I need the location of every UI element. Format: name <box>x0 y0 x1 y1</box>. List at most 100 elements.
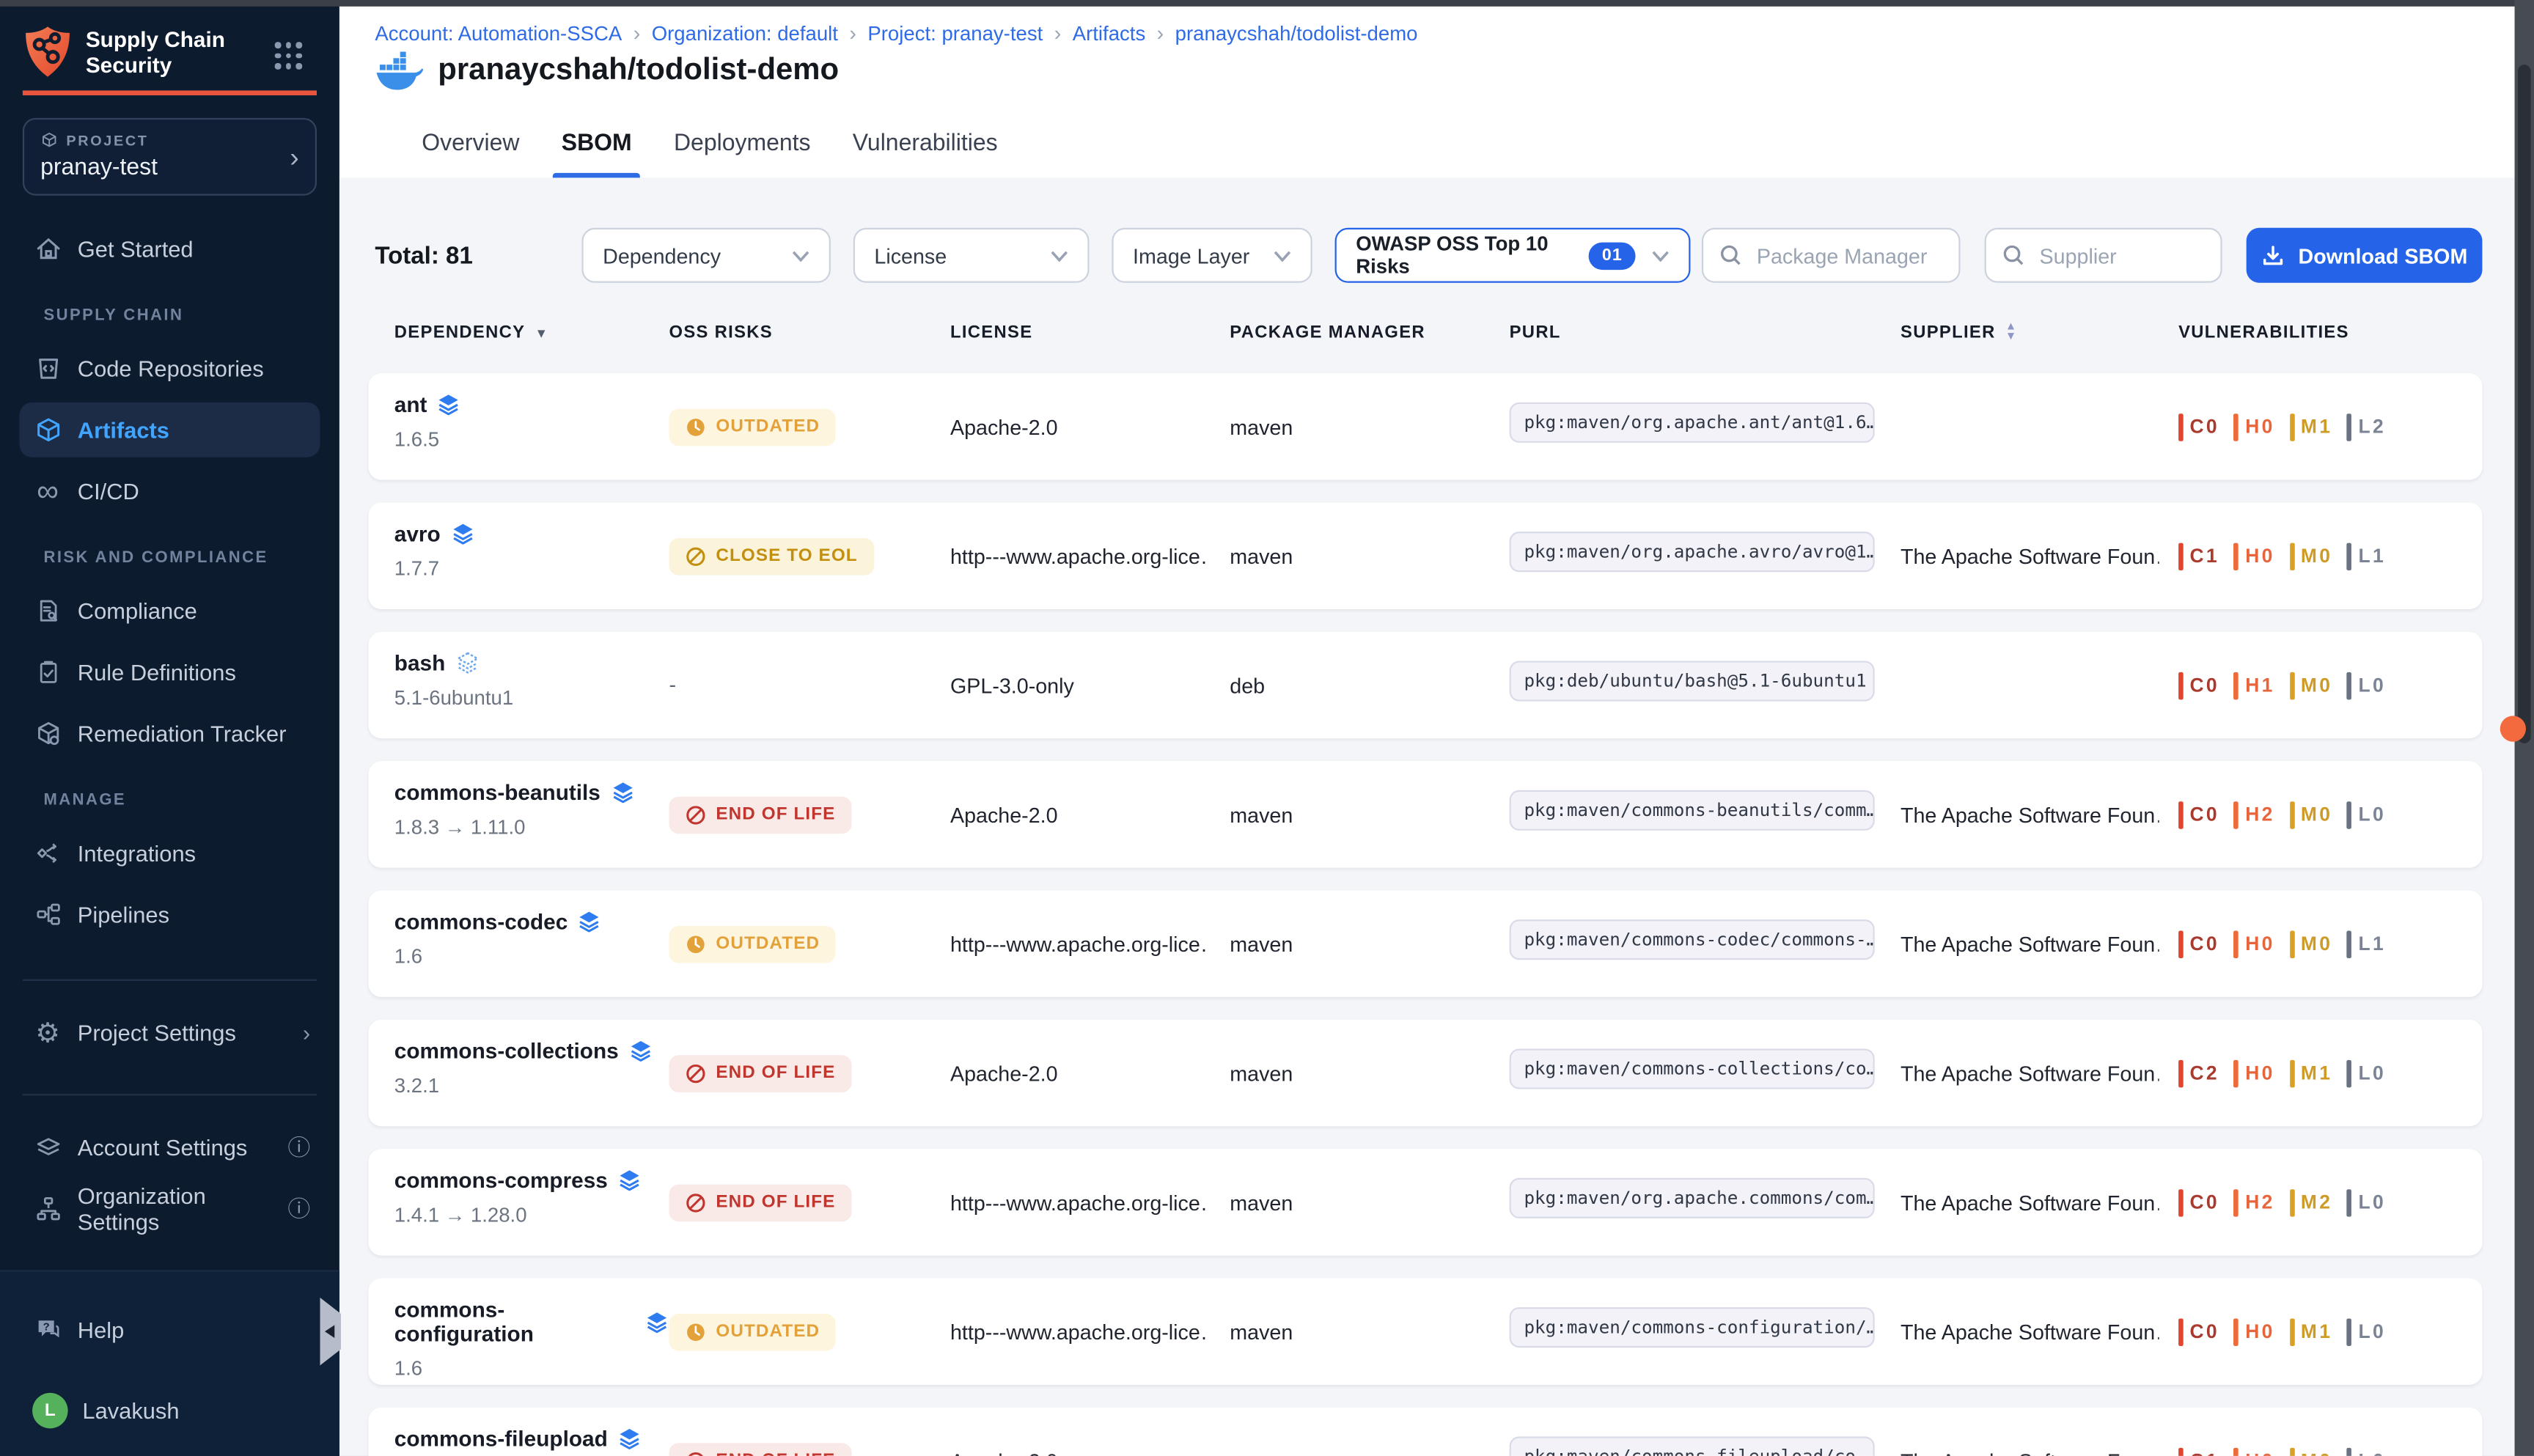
vuln-m-count: M2 <box>2289 1188 2332 1216</box>
purl-value[interactable]: pkg:maven/commons-configuration/… <box>1510 1307 1875 1347</box>
dependency-name[interactable]: bash <box>394 651 445 675</box>
breadcrumb-organization[interactable]: Organization: default <box>652 22 838 45</box>
dependency-name[interactable]: commons-compress <box>394 1169 608 1193</box>
ban-icon <box>686 1192 707 1213</box>
image-layer-filter-dropdown[interactable]: Image Layer <box>1112 228 1312 283</box>
oss-risk-badge: END OF LIFE <box>669 1183 851 1221</box>
table-row[interactable]: commons-configuration1.6OUTDATEDhttp---w… <box>369 1278 2483 1384</box>
column-dependency[interactable]: DEPENDENCY▼ <box>394 323 669 342</box>
purl-value[interactable]: pkg:maven/org.apache.avro/avro@1… <box>1510 532 1875 572</box>
purl-cell: pkg:maven/commons-fileupload/co… <box>1510 1436 1900 1455</box>
info-icon[interactable]: ⓘ <box>287 1131 310 1163</box>
sidebar-item-rule-definitions[interactable]: Rule Definitions <box>0 641 339 703</box>
vulnerability-counts: C0H1M0L0 <box>2178 672 2482 699</box>
purl-value[interactable]: pkg:maven/org.apache.commons/com… <box>1510 1178 1875 1218</box>
project-selector[interactable]: PROJECT pranay-test › <box>23 118 317 196</box>
chevron-right-icon: › <box>303 1020 310 1045</box>
sidebar-item-organization-settings[interactable]: Organization Settings ⓘ <box>0 1178 339 1240</box>
severity-bar <box>2234 1188 2239 1216</box>
tab-deployments[interactable]: Deployments <box>674 114 811 177</box>
tab-sbom[interactable]: SBOM <box>562 114 632 177</box>
chevron-down-icon <box>792 250 809 261</box>
search-icon <box>1719 244 1742 267</box>
vuln-l-count: L0 <box>2347 801 2386 828</box>
dependency-filter-dropdown[interactable]: Dependency <box>581 228 830 283</box>
dependency-name[interactable]: ant <box>394 393 427 417</box>
purl-value[interactable]: pkg:deb/ubuntu/bash@5.1-6ubuntu1 <box>1510 661 1875 701</box>
dependency-name[interactable]: avro <box>394 522 441 546</box>
sidebar-item-compliance[interactable]: Compliance <box>0 580 339 641</box>
purl-value[interactable]: pkg:maven/commons-codec/commons-… <box>1510 919 1875 960</box>
purl-value[interactable]: pkg:maven/commons-fileupload/co… <box>1510 1436 1875 1455</box>
column-supplier[interactable]: SUPPLIER ▲▼ <box>1900 323 2178 342</box>
license-filter-dropdown[interactable]: License <box>853 228 1090 283</box>
dependency-name[interactable]: commons-codec <box>394 910 568 934</box>
breadcrumb-current[interactable]: pranaycshah/todolist-demo <box>1175 22 1418 45</box>
vuln-c-count: C1 <box>2178 542 2219 569</box>
search-icon <box>2002 244 2025 267</box>
table-row[interactable]: commons-collections3.2.1END OF LIFEApach… <box>369 1020 2483 1126</box>
info-icon[interactable]: ⓘ <box>287 1193 310 1225</box>
sidebar-item-account-settings[interactable]: Account Settings ⓘ <box>0 1117 339 1178</box>
sidebar-item-pipelines[interactable]: Pipelines <box>0 884 339 946</box>
purl-value[interactable]: pkg:maven/org.apache.ant/ant@1.6… <box>1510 402 1875 443</box>
tab-vulnerabilities[interactable]: Vulnerabilities <box>853 114 998 177</box>
sidebar-item-help[interactable]: ? Help <box>0 1299 339 1361</box>
dependency-cell: commons-beanutils 1.8.3 → 1.11.0 <box>394 761 669 867</box>
breadcrumb-project[interactable]: Project: pranay-test <box>867 22 1043 45</box>
purl-value[interactable]: pkg:maven/commons-beanutils/comm… <box>1510 790 1875 831</box>
vuln-c-count: C0 <box>2178 801 2219 828</box>
table-row[interactable]: commons-codec1.6OUTDATEDhttp---www.apach… <box>369 890 2483 996</box>
module-grid-icon[interactable] <box>275 42 301 68</box>
sidebar-user[interactable]: L Lavakush <box>0 1380 339 1441</box>
severity-bar <box>2347 801 2352 828</box>
supplier-value: The Apache Software Foun… <box>1900 1061 2159 1085</box>
dependency-name[interactable]: commons-configuration <box>394 1298 635 1346</box>
oss-risk-cell: OUTDATED <box>669 1313 950 1350</box>
table-row[interactable]: commons-beanutils1.8.3 → 1.11.0END OF LI… <box>369 761 2483 867</box>
tab-overview[interactable]: Overview <box>422 114 519 177</box>
dependency-version: 1.6 <box>394 1357 669 1380</box>
sidebar-item-project-settings[interactable]: ⚙ Project Settings › <box>0 1002 339 1064</box>
sidebar-item-get-started[interactable]: Get Started <box>0 218 339 280</box>
purl-cell: pkg:deb/ubuntu/bash@5.1-6ubuntu1 <box>1510 661 1900 709</box>
org-gear-icon <box>32 1194 63 1224</box>
table-row[interactable]: avro1.7.7CLOSE TO EOLhttp---www.apache.o… <box>369 502 2483 608</box>
owasp-risks-filter-dropdown[interactable]: OWASP OSS Top 10 Risks 01 <box>1335 228 1691 283</box>
sidebar-item-artifacts[interactable]: Artifacts <box>0 399 339 460</box>
oss-risk-cell: END OF LIFE <box>669 1442 950 1456</box>
supplier-cell: The Apache Software Foun… <box>1900 1190 2178 1214</box>
dependency-version: 1.4.1 → 1.28.0 <box>394 1204 669 1227</box>
sidebar-item-code-repositories[interactable]: Code Repositories <box>0 338 339 400</box>
pipelines-icon <box>32 900 63 930</box>
license-value: Apache-2.0 <box>950 414 1209 438</box>
oss-risk-cell: OUTDATED <box>669 408 950 446</box>
oss-risk-badge: END OF LIFE <box>669 1442 851 1456</box>
sidebar-item-remediation-tracker[interactable]: Remediation Tracker <box>0 703 339 765</box>
table-row[interactable]: commons-compress 1.4.1 → 1.28.0END OF LIF… <box>369 1149 2483 1255</box>
scrollbar-thumb[interactable] <box>2518 65 2531 743</box>
dependency-name[interactable]: commons-fileupload <box>394 1427 608 1451</box>
table-row[interactable]: commons-fileuploadEND OF LIFEApache-2.0m… <box>369 1408 2483 1456</box>
package-manager-input[interactable] <box>1753 242 1942 269</box>
table-row[interactable]: bash5.1-6ubuntu1-GPL-3.0-onlydebpkg:deb/… <box>369 632 2483 738</box>
purl-value[interactable]: pkg:maven/commons-collections/co… <box>1510 1048 1875 1089</box>
supplier-input[interactable] <box>2036 242 2204 269</box>
breadcrumb-artifacts[interactable]: Artifacts <box>1073 22 1146 45</box>
dependency-name[interactable]: commons-collections <box>394 1039 619 1063</box>
sidebar-section-supply-chain: SUPPLY CHAIN <box>44 307 339 330</box>
sidebar-item-integrations[interactable]: Integrations <box>0 823 339 884</box>
license-cell: http---www.apache.org-lice… <box>950 1190 1230 1214</box>
vuln-h-count: H0 <box>2234 930 2275 957</box>
table-header: DEPENDENCY▼ OSS RISKS LICENSE PACKAGE MA… <box>369 323 2483 342</box>
notification-dot <box>2500 716 2526 741</box>
sidebar-item-label: Integrations <box>78 840 196 866</box>
vuln-h-count: H1 <box>2234 672 2275 699</box>
sidebar-item-cicd[interactable]: ∞ CI/CD <box>0 460 339 522</box>
download-sbom-button[interactable]: Download SBOM <box>2247 228 2483 283</box>
table-row[interactable]: ant1.6.5OUTDATEDApache-2.0mavenpkg:maven… <box>369 373 2483 479</box>
dependency-version: 1.8.3 → 1.11.0 <box>394 816 669 839</box>
dependency-name[interactable]: commons-beanutils <box>394 781 601 805</box>
breadcrumb-account[interactable]: Account: Automation-SSCA <box>375 22 622 45</box>
dependency-version: 5.1-6ubuntu1 <box>394 687 669 710</box>
